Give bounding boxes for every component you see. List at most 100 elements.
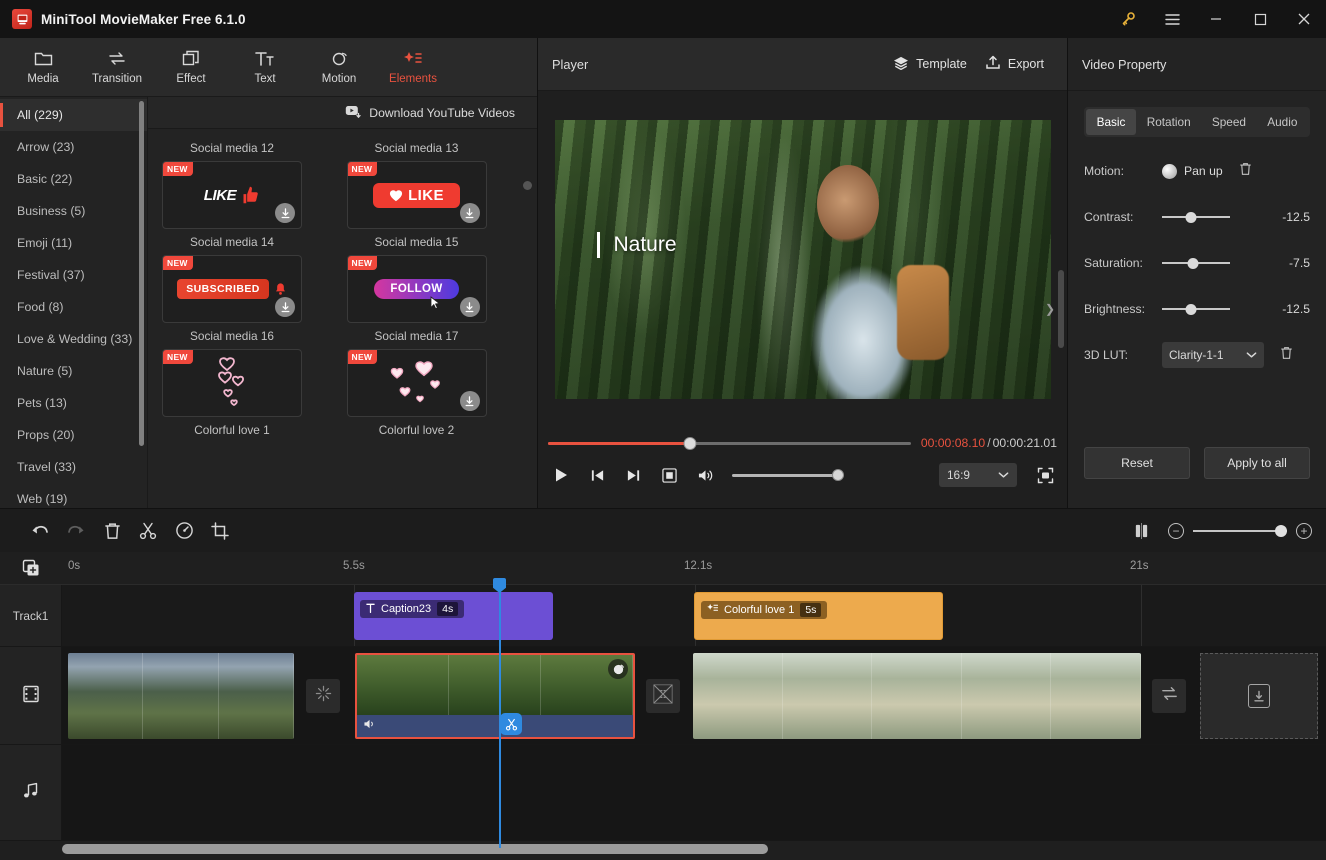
zoom-slider[interactable] <box>1193 524 1287 538</box>
seek-slider[interactable] <box>548 436 911 450</box>
clip-motion-indicator-icon[interactable] <box>608 659 628 679</box>
timeline-ruler[interactable]: 0s 5.5s 12.1s 21s <box>62 552 1326 584</box>
timeline-horizontal-scrollbar[interactable] <box>62 844 768 854</box>
volume-icon[interactable] <box>692 463 718 487</box>
transition-add-button-1[interactable] <box>306 679 340 713</box>
zoom-out-button[interactable]: − <box>1168 522 1184 539</box>
track-lane-video[interactable] <box>62 647 1326 744</box>
category-item-basic[interactable]: Basic (22) <box>0 163 147 195</box>
element-thumb-social-media-14[interactable]: SUBSCRIBED NEW <box>162 255 302 324</box>
contrast-slider[interactable] <box>1162 210 1230 224</box>
fullscreen-icon[interactable] <box>1033 463 1057 487</box>
volume-slider[interactable] <box>732 468 844 482</box>
category-item-pets[interactable]: Pets (13) <box>0 387 147 419</box>
transition-add-button-3[interactable] <box>1152 679 1186 713</box>
tab-rotation[interactable]: Rotation <box>1136 109 1201 135</box>
saturation-slider[interactable] <box>1162 256 1230 270</box>
lut-trash-icon[interactable] <box>1280 346 1293 365</box>
scissors-icon[interactable] <box>130 516 166 546</box>
timeline-add-media-slot[interactable] <box>1200 653 1318 739</box>
element-thumb-social-media-17[interactable]: NEW <box>346 349 487 418</box>
category-item-business[interactable]: Business (5) <box>0 195 147 227</box>
export-button[interactable]: Export <box>976 50 1053 78</box>
undo-arrow-icon[interactable] <box>22 516 58 546</box>
ribbon-item-motion[interactable]: Motion <box>302 39 376 95</box>
zoom-handle[interactable] <box>1275 524 1287 537</box>
timeline-clip-caption[interactable]: Caption23 4s <box>354 592 553 640</box>
next-frame-icon[interactable] <box>620 463 646 487</box>
download-youtube-button[interactable]: Download YouTube Videos <box>148 97 537 130</box>
category-scrollbar[interactable] <box>139 101 144 447</box>
ribbon-item-effect[interactable]: Effect <box>154 39 228 95</box>
category-item-emoji[interactable]: Emoji (11) <box>0 227 147 259</box>
player-vertical-scrollbar[interactable] <box>1058 270 1064 348</box>
category-item-web[interactable]: Web (19) <box>0 483 147 508</box>
category-item-arrow[interactable]: Arrow (23) <box>0 131 147 163</box>
maximize-icon[interactable] <box>1238 0 1282 38</box>
volume-handle[interactable] <box>832 469 844 481</box>
split-at-playhead-button[interactable] <box>500 713 522 735</box>
motion-value-group[interactable]: Pan up <box>1162 163 1223 179</box>
element-grid-scrollbar[interactable] <box>523 181 532 191</box>
download-circle-icon[interactable] <box>275 203 295 224</box>
motion-trash-icon[interactable] <box>1239 162 1252 181</box>
category-item-nature[interactable]: Nature (5) <box>0 355 147 387</box>
track-head-track1[interactable]: Track1 <box>0 585 62 646</box>
track-lane-audio[interactable] <box>62 745 1326 840</box>
category-item-food[interactable]: Food (8) <box>0 291 147 323</box>
category-item-love-wedding[interactable]: Love & Wedding (33) <box>0 323 147 355</box>
element-thumb-social-media-15[interactable]: FOLLOW NEW <box>346 255 487 324</box>
timeline-video-clip-forest[interactable] <box>355 653 635 739</box>
template-button[interactable]: Template <box>884 51 976 78</box>
ribbon-item-media[interactable]: Media <box>6 39 80 95</box>
minimize-icon[interactable] <box>1194 0 1238 38</box>
video-preview[interactable]: Nature <box>554 120 1051 399</box>
aspect-ratio-select[interactable]: 16:9 <box>939 463 1017 487</box>
download-circle-icon[interactable] <box>275 297 295 318</box>
track-lane-1[interactable]: Caption23 4s Colorful love 1 5s <box>62 585 1326 646</box>
brightness-handle[interactable] <box>1185 303 1197 315</box>
download-circle-icon[interactable] <box>459 203 480 224</box>
element-thumb-social-media-12[interactable]: LIKE NEW <box>162 161 302 230</box>
apply-to-all-button[interactable]: Apply to all <box>1204 447 1310 479</box>
track-head-video[interactable] <box>0 647 62 744</box>
timeline-video-clip-couple[interactable] <box>693 653 1141 739</box>
hamburger-menu-icon[interactable] <box>1150 0 1194 38</box>
download-circle-icon[interactable] <box>459 391 480 412</box>
trash-icon[interactable] <box>94 516 130 546</box>
brightness-slider[interactable] <box>1162 302 1230 316</box>
tab-speed[interactable]: Speed <box>1201 109 1256 135</box>
ribbon-item-elements[interactable]: Elements <box>376 39 450 95</box>
track-head-audio[interactable] <box>0 745 62 840</box>
split-view-icon[interactable] <box>1123 516 1159 546</box>
seek-handle[interactable] <box>683 436 696 450</box>
stop-icon[interactable] <box>656 463 682 487</box>
close-icon[interactable] <box>1282 0 1326 38</box>
download-circle-icon[interactable] <box>459 297 480 318</box>
previous-frame-icon[interactable] <box>584 463 610 487</box>
category-item-props[interactable]: Props (20) <box>0 419 147 451</box>
crop-icon[interactable] <box>202 516 238 546</box>
category-item-all[interactable]: All (229) <box>0 99 147 132</box>
timeline-clip-element[interactable]: Colorful love 1 5s <box>694 592 943 640</box>
transition-add-button-2[interactable] <box>646 679 680 713</box>
redo-arrow-icon[interactable] <box>58 516 94 546</box>
tab-audio[interactable]: Audio <box>1257 109 1308 135</box>
contrast-handle[interactable] <box>1185 211 1197 223</box>
chevron-right-icon[interactable]: ❯ <box>1045 302 1055 316</box>
category-item-festival[interactable]: Festival (37) <box>0 259 147 291</box>
volume-icon[interactable] <box>363 717 377 735</box>
speedometer-icon[interactable] <box>166 516 202 546</box>
element-thumb-social-media-16[interactable]: NEW <box>162 349 302 418</box>
element-thumb-social-media-13[interactable]: LIKE NEW <box>346 161 487 230</box>
ribbon-item-transition[interactable]: Transition <box>80 39 154 95</box>
category-item-travel[interactable]: Travel (33) <box>0 451 147 483</box>
tab-basic[interactable]: Basic <box>1086 109 1137 135</box>
ribbon-item-text[interactable]: Text <box>228 39 302 95</box>
add-track-icon[interactable] <box>19 556 43 580</box>
timeline-video-clip-mountain[interactable] <box>68 653 294 739</box>
key-icon[interactable] <box>1106 0 1150 38</box>
saturation-handle[interactable] <box>1187 257 1199 269</box>
reset-button[interactable]: Reset <box>1084 447 1190 479</box>
lut-select[interactable]: Clarity-1-1 <box>1162 342 1264 368</box>
